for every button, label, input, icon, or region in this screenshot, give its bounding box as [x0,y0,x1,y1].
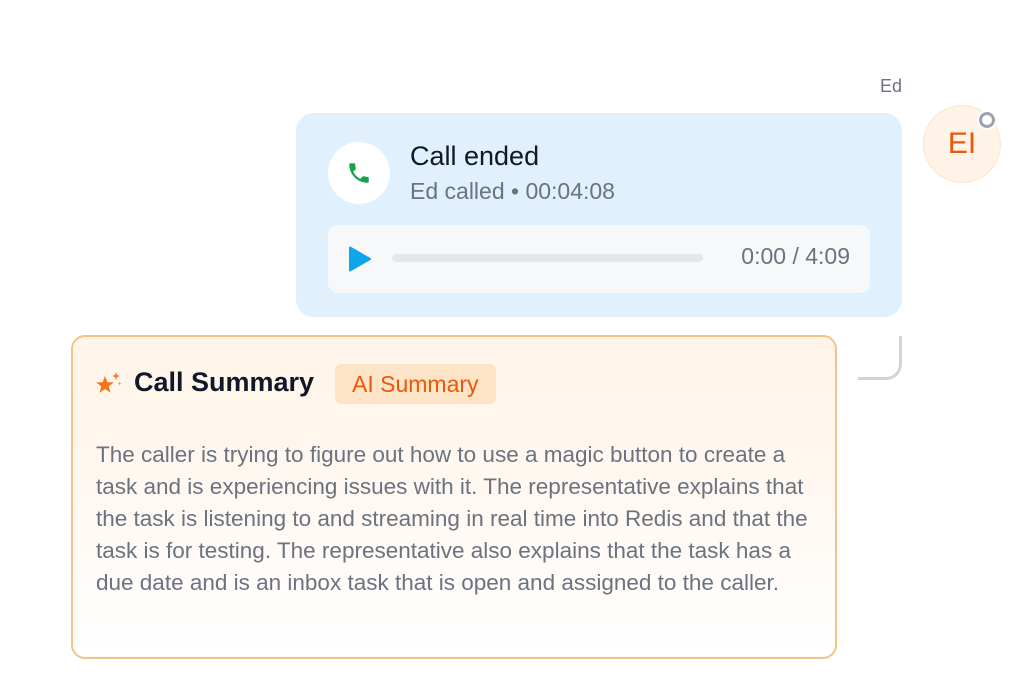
sender-name: Ed [879,76,902,96]
presence-status-icon [977,110,997,130]
avatar-initials: EI [947,127,977,160]
audio-player: 0:00 / 4:09 [328,225,870,293]
play-button[interactable] [344,243,376,275]
call-status-title: Call ended [410,141,540,171]
chat-thread: Ed EI Call ended Ed called • 00:04:08 0:… [0,0,1016,686]
summary-text: The caller is trying to figure out how t… [96,442,808,595]
call-message-bubble: Call ended Ed called • 00:04:08 0:00 / 4… [296,113,902,317]
thread-connector [858,336,902,380]
phone-icon [328,142,390,204]
sparkle-icon [96,372,122,393]
call-details: Ed called • 00:04:08 [410,178,615,204]
call-summary-card: Call Summary AI Summary The caller is tr… [71,335,837,659]
ai-summary-badge: AI Summary [335,364,496,404]
audio-time: 0:00 / 4:09 [741,243,850,269]
summary-title: Call Summary [134,367,315,397]
audio-progress-bar[interactable] [392,254,703,262]
play-icon [349,246,371,272]
